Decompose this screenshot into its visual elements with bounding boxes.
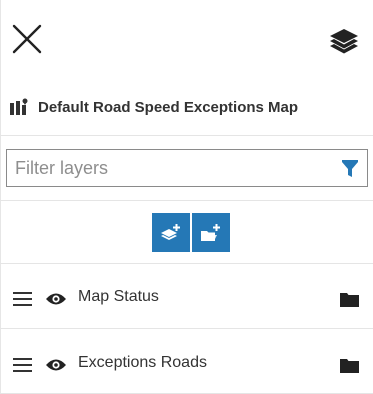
map-icon — [9, 98, 29, 116]
add-layer-icon — [161, 223, 180, 240]
map-title-row: Default Road Speed Exceptions Map — [0, 82, 373, 132]
filter-box — [6, 149, 368, 187]
divider — [0, 135, 373, 136]
drag-handle-icon — [13, 292, 32, 306]
map-title: Default Road Speed Exceptions Map — [38, 98, 299, 116]
eye-icon — [46, 359, 66, 371]
filter-funnel-icon — [342, 160, 358, 177]
layers-icon — [330, 29, 358, 54]
eye-icon — [46, 293, 66, 305]
layer-item-exceptions-roads[interactable]: Exceptions Roads — [0, 339, 373, 389]
panel-header — [0, 0, 373, 80]
visibility-toggle[interactable] — [45, 358, 67, 372]
folder-icon — [340, 359, 359, 373]
layer-label: Map Status — [78, 288, 159, 305]
folder-button[interactable] — [340, 292, 359, 307]
folder-button[interactable] — [340, 358, 359, 373]
visibility-toggle[interactable] — [45, 292, 67, 306]
layer-label: Exceptions Roads — [78, 354, 207, 371]
add-folder-button[interactable] — [192, 213, 230, 252]
folder-icon — [340, 293, 359, 307]
filter-button[interactable] — [341, 159, 359, 179]
filter-layers-input[interactable] — [7, 150, 327, 186]
add-folder-icon — [201, 223, 220, 241]
close-button[interactable] — [10, 22, 44, 56]
divider — [0, 200, 373, 201]
divider — [0, 263, 373, 264]
layer-item-map-status[interactable]: Map Status — [0, 273, 373, 323]
drag-handle[interactable] — [13, 358, 32, 372]
layer-toolbar — [152, 213, 230, 252]
layers-panel: Default Road Speed Exceptions Map Filter… — [0, 0, 373, 394]
layers-button[interactable] — [327, 26, 361, 58]
divider — [0, 328, 373, 329]
drag-handle-icon — [13, 358, 32, 372]
close-icon — [12, 24, 42, 54]
drag-handle[interactable] — [13, 292, 32, 306]
add-layer-button[interactable] — [152, 213, 190, 252]
